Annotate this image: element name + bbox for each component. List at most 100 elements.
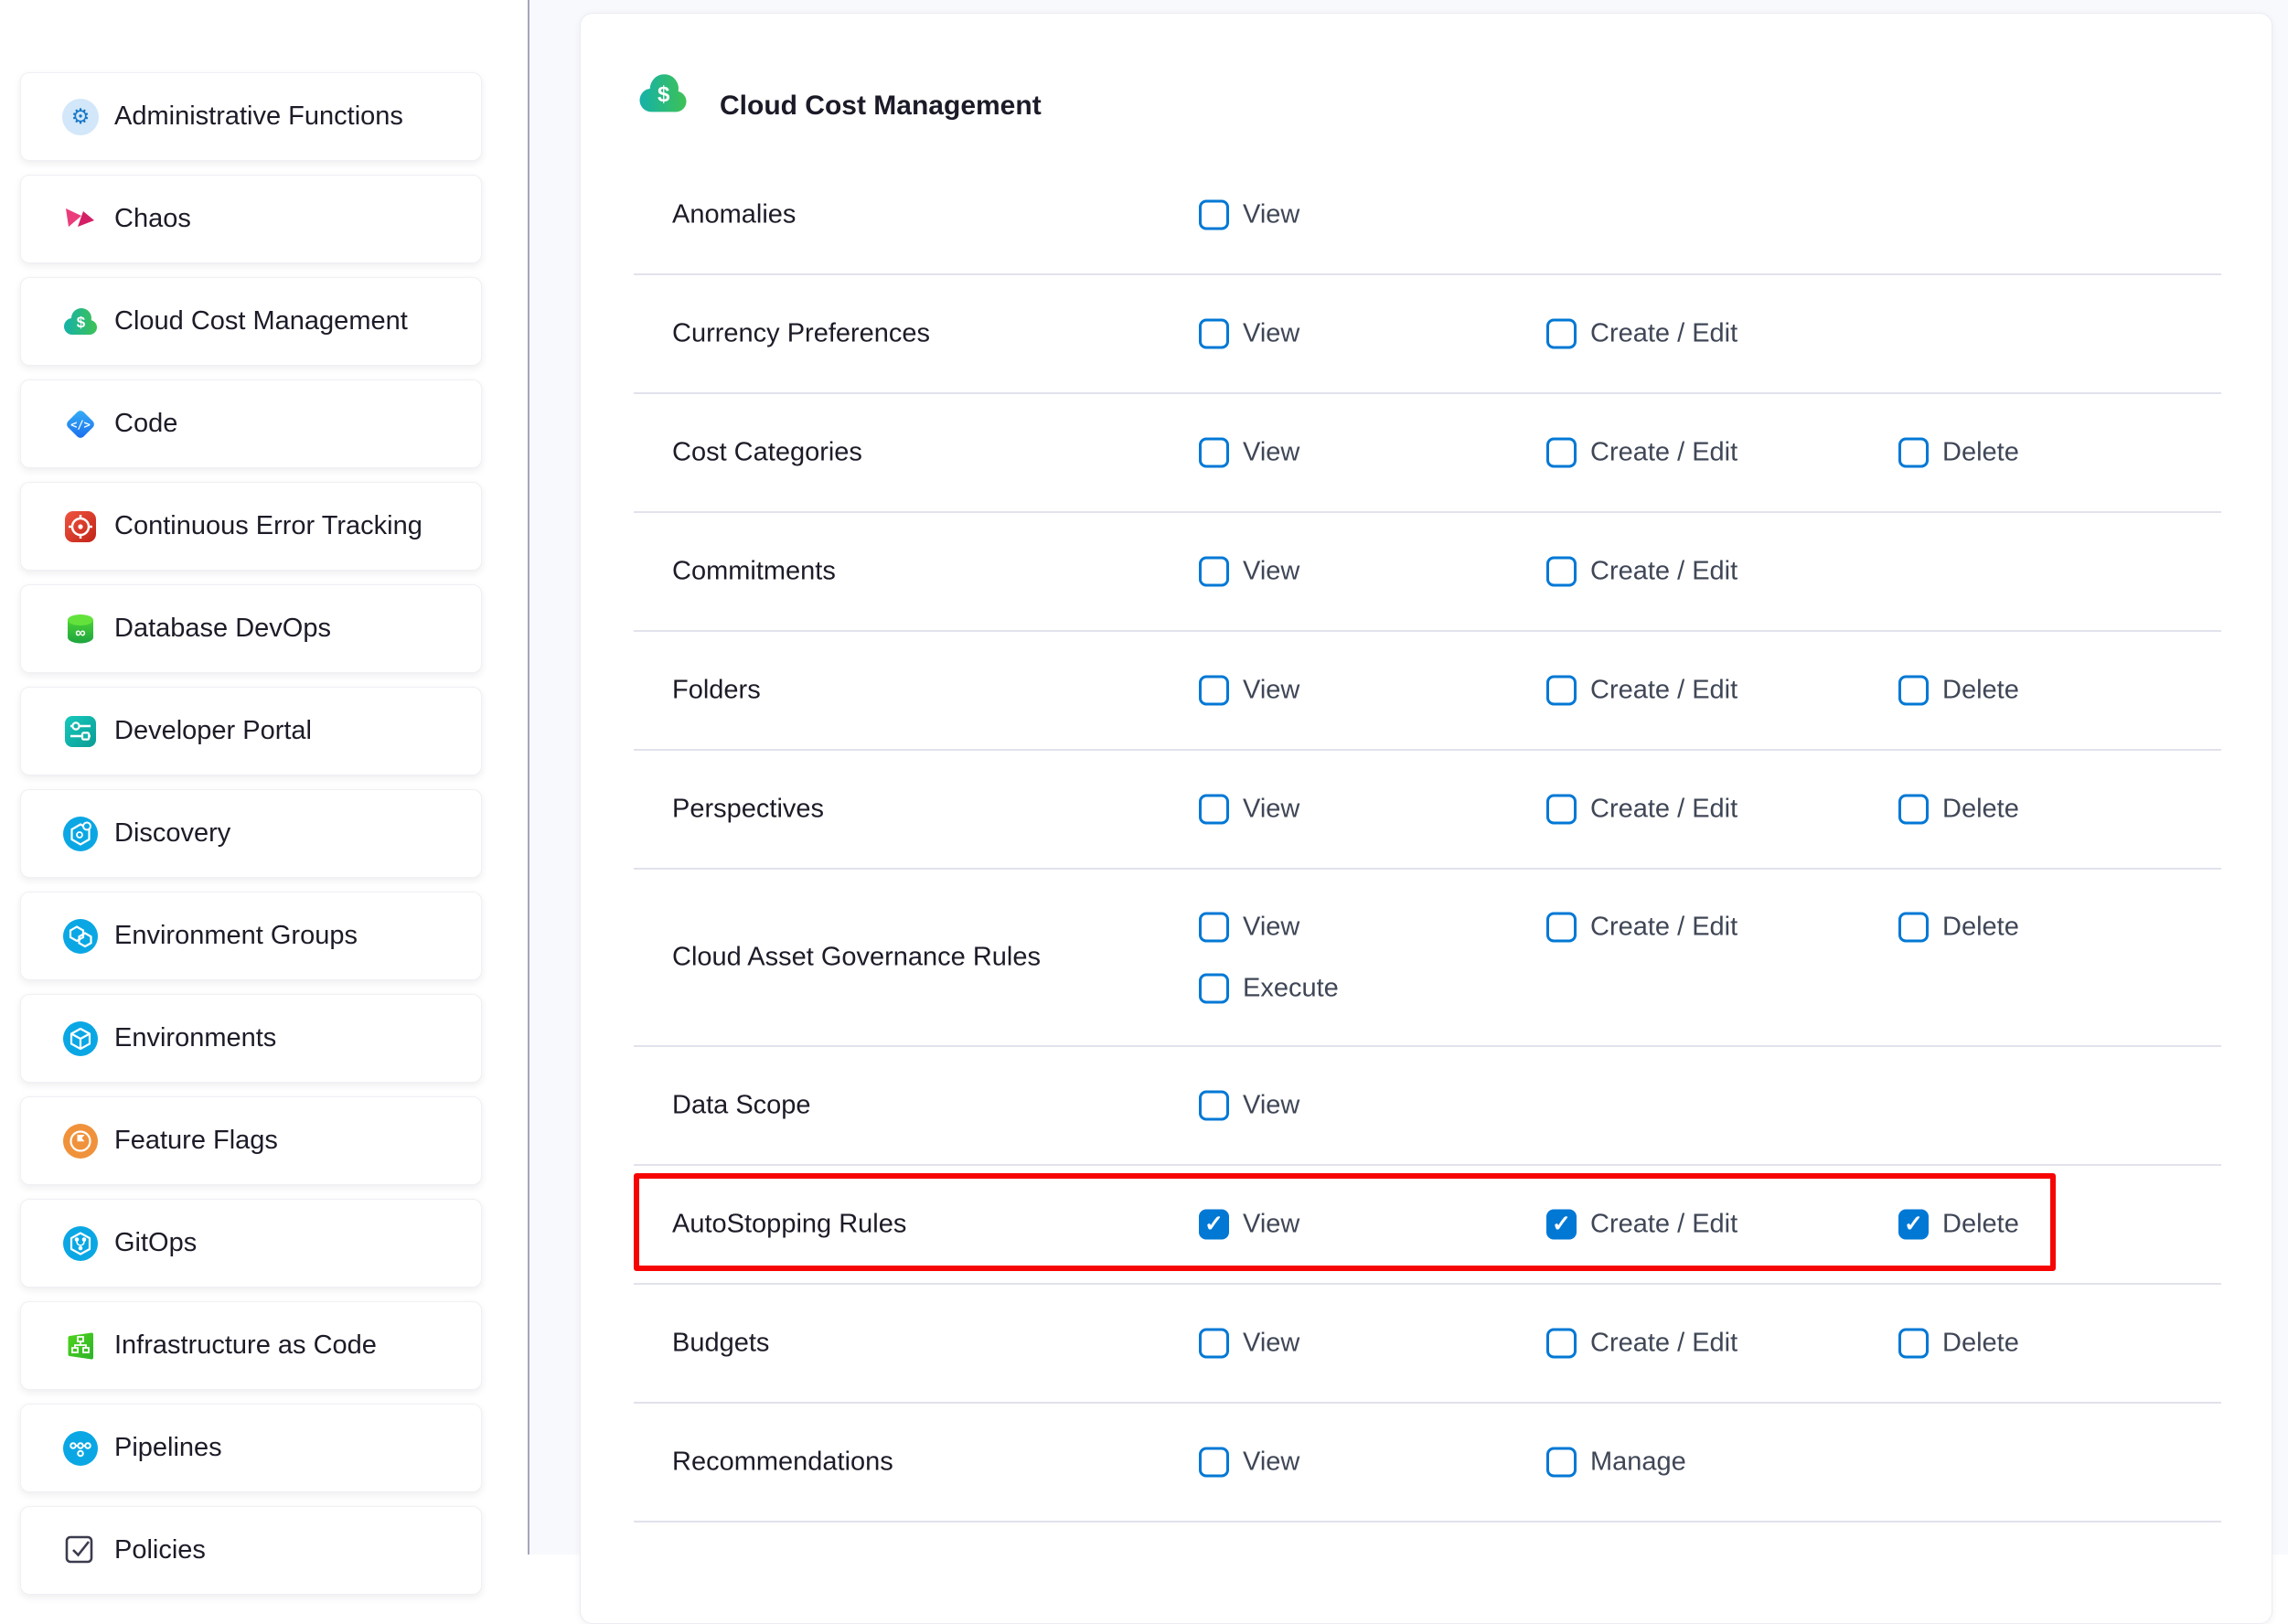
checkbox-unchecked[interactable] <box>1199 1329 1229 1359</box>
checkbox-unchecked[interactable] <box>1199 913 1229 943</box>
permission-delete-cost-categories[interactable]: Delete <box>1898 438 2019 468</box>
sidebar-item-database-devops[interactable]: ∞ Database DevOps <box>20 584 482 673</box>
permission-label: View <box>1243 319 1299 349</box>
sidebar-item-chaos[interactable]: Chaos <box>20 175 482 263</box>
permission-row-folders: Folders ViewCreate / EditDelete <box>634 632 2221 751</box>
sidebar-item-developer-portal[interactable]: Developer Portal <box>20 687 482 775</box>
permission-create-edit-cloud-asset-governance-rules[interactable]: Create / Edit <box>1546 913 1737 943</box>
checkbox-unchecked[interactable] <box>1546 557 1577 587</box>
checkbox-unchecked[interactable] <box>1898 795 1929 825</box>
sidebar-item-label: Database DevOps <box>114 614 331 644</box>
permission-create-edit-budgets[interactable]: Create / Edit <box>1546 1329 1737 1359</box>
permission-view-autostopping-rules[interactable]: View <box>1199 1210 1299 1240</box>
sidebar-item-label: Pipelines <box>114 1433 222 1463</box>
permission-label: View <box>1243 795 1299 825</box>
checkbox-unchecked[interactable] <box>1546 795 1577 825</box>
permission-manage-recommendations[interactable]: Manage <box>1546 1448 1686 1478</box>
permission-label: View <box>1243 1448 1299 1478</box>
permission-create-edit-perspectives[interactable]: Create / Edit <box>1546 795 1737 825</box>
sidebar-item-label: Chaos <box>114 204 191 234</box>
sidebar-item-code[interactable]: </> Code <box>20 379 482 468</box>
checkbox-unchecked[interactable] <box>1546 1329 1577 1359</box>
permission-label: Create / Edit <box>1590 319 1737 349</box>
checkbox-unchecked[interactable] <box>1898 438 1929 468</box>
checkbox-unchecked[interactable] <box>1199 1091 1229 1121</box>
permission-create-edit-folders[interactable]: Create / Edit <box>1546 676 1737 706</box>
permission-label: Delete <box>1942 795 2019 825</box>
sidebar-item-label: Administrative Functions <box>114 102 403 132</box>
sidebar-item-feature-flags[interactable]: Feature Flags <box>20 1096 482 1185</box>
permission-row-data-scope: Data Scope View <box>634 1047 2221 1166</box>
resource-label: Budgets <box>672 1329 769 1359</box>
permission-delete-cloud-asset-governance-rules[interactable]: Delete <box>1898 913 2019 943</box>
permission-view-folders[interactable]: View <box>1199 676 1299 706</box>
permission-row-budgets: Budgets View Create / Edit Delete <box>634 1285 2221 1404</box>
permission-execute-cloud-asset-governance-rules[interactable]: Execute <box>1199 974 1339 1004</box>
checkbox-checked[interactable] <box>1546 1210 1577 1240</box>
permission-view-cloud-asset-governance-rules[interactable]: View <box>1199 913 1299 943</box>
resource-label: Data Scope <box>672 1091 811 1121</box>
sidebar-item-policies[interactable]: Policies <box>20 1506 482 1595</box>
permission-label: Create / Edit <box>1590 1329 1737 1359</box>
checkbox-unchecked[interactable] <box>1546 319 1577 349</box>
sidebar-item-environment-groups[interactable]: Environment Groups <box>20 892 482 980</box>
page-title: Cloud Cost Management <box>720 91 1042 122</box>
resource-label: Recommendations <box>672 1448 893 1478</box>
permission-view-currency-preferences[interactable]: View <box>1199 319 1299 349</box>
code-brackets-icon: </> <box>61 405 100 443</box>
permission-create-edit-cost-categories[interactable]: Create / Edit <box>1546 438 1737 468</box>
checkbox-unchecked[interactable] <box>1546 676 1577 706</box>
resource-label: Currency Preferences <box>672 319 930 349</box>
checkbox-unchecked[interactable] <box>1199 1448 1229 1478</box>
checkbox-unchecked[interactable] <box>1199 319 1229 349</box>
sidebar-item-cloud-cost-management[interactable]: $ Cloud Cost Management <box>20 277 482 366</box>
checkbox-unchecked[interactable] <box>1199 438 1229 468</box>
cloud-dollar-icon: $ <box>636 70 690 122</box>
checkbox-unchecked[interactable] <box>1898 913 1929 943</box>
permission-delete-autostopping-rules[interactable]: Delete <box>1898 1210 2019 1240</box>
checkbox-unchecked[interactable] <box>1199 974 1229 1004</box>
checkbox-unchecked[interactable] <box>1199 676 1229 706</box>
permission-view-perspectives[interactable]: View <box>1199 795 1299 825</box>
checkbox-unchecked[interactable] <box>1898 676 1929 706</box>
svg-text:∞: ∞ <box>75 625 85 641</box>
sidebar-item-continuous-error-tracking[interactable]: Continuous Error Tracking <box>20 482 482 571</box>
permission-create-edit-currency-preferences[interactable]: Create / Edit <box>1546 319 1737 349</box>
permission-view-recommendations[interactable]: View <box>1199 1448 1299 1478</box>
checkbox-unchecked[interactable] <box>1199 557 1229 587</box>
svg-text:$: $ <box>77 314 86 331</box>
module-sidebar: ⚙ Administrative Functions Chaos <box>0 0 528 1555</box>
sidebar-item-discovery[interactable]: Discovery <box>20 789 482 878</box>
module-list: ⚙ Administrative Functions Chaos <box>20 72 482 1595</box>
permission-view-commitments[interactable]: View <box>1199 557 1299 587</box>
permission-view-anomalies[interactable]: View <box>1199 200 1299 230</box>
checkbox-unchecked[interactable] <box>1898 1329 1929 1359</box>
permission-label: Create / Edit <box>1590 913 1737 943</box>
permission-row-cloud-asset-governance-rules: Cloud Asset Governance Rules ViewCreate … <box>634 870 2221 1047</box>
permission-view-data-scope[interactable]: View <box>1199 1091 1299 1121</box>
permission-label: Create / Edit <box>1590 438 1737 468</box>
sidebar-item-administrative-functions[interactable]: ⚙ Administrative Functions <box>20 72 482 161</box>
permission-view-budgets[interactable]: View <box>1199 1329 1299 1359</box>
sidebar-item-infrastructure-as-code[interactable]: Infrastructure as Code <box>20 1301 482 1390</box>
git-branch-hexagon-icon <box>61 1224 100 1263</box>
permission-delete-budgets[interactable]: Delete <box>1898 1329 2019 1359</box>
permission-create-edit-autostopping-rules[interactable]: Create / Edit <box>1546 1210 1737 1240</box>
sidebar-item-gitops[interactable]: GitOps <box>20 1199 482 1287</box>
permission-delete-perspectives[interactable]: Delete <box>1898 795 2019 825</box>
checkbox-unchecked[interactable] <box>1546 913 1577 943</box>
permission-view-cost-categories[interactable]: View <box>1199 438 1299 468</box>
sidebar-item-pipelines[interactable]: Pipelines <box>20 1404 482 1492</box>
permission-delete-folders[interactable]: Delete <box>1898 676 2019 706</box>
checkbox-unchecked[interactable] <box>1199 795 1229 825</box>
double-hexagon-icon <box>61 917 100 956</box>
sidebar-item-environments[interactable]: Environments <box>20 994 482 1083</box>
permission-create-edit-commitments[interactable]: Create / Edit <box>1546 557 1737 587</box>
checkbox-unchecked[interactable] <box>1546 438 1577 468</box>
checkbox-unchecked[interactable] <box>1546 1448 1577 1478</box>
checkbox-checked[interactable] <box>1898 1210 1929 1240</box>
sidebar-item-label: Policies <box>114 1535 206 1565</box>
checkbox-unchecked[interactable] <box>1199 200 1229 230</box>
checkbox-checked[interactable] <box>1199 1210 1229 1240</box>
resource-label: Commitments <box>672 557 836 587</box>
